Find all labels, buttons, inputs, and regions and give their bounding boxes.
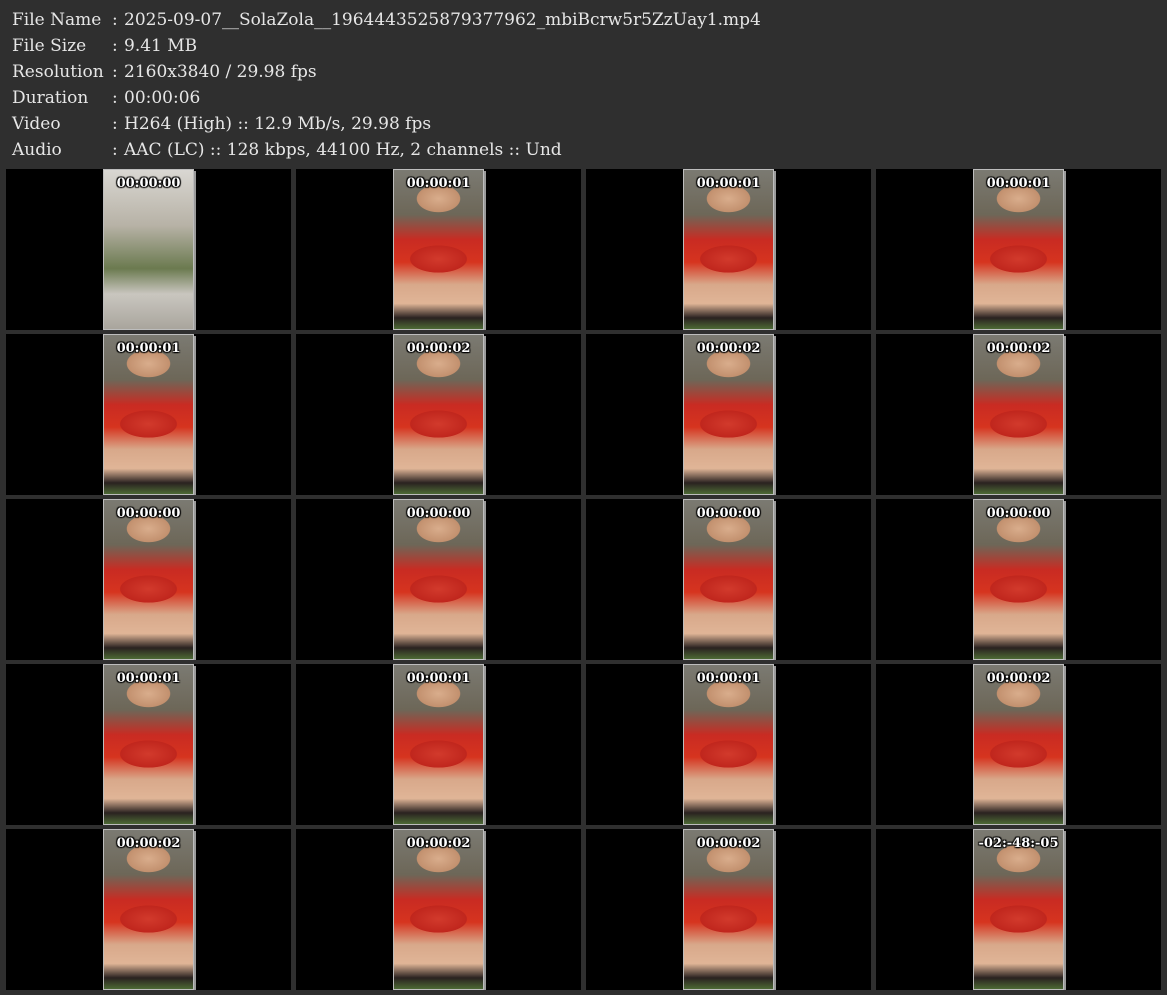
thumbnail-cell: 00:00:00 bbox=[6, 169, 291, 330]
timestamp-label: 00:00:00 bbox=[406, 506, 471, 521]
thumbnail-cell: 00:00:00 bbox=[6, 499, 291, 660]
thumbnail-cell: -02:-48:-05 bbox=[876, 829, 1161, 990]
timestamp-label: 00:00:01 bbox=[696, 176, 761, 191]
thumbnail-cell: 00:00:01 bbox=[296, 169, 581, 330]
video-frame-thumbnail: 00:00:01 bbox=[393, 664, 484, 825]
video-frame-thumbnail: 00:00:01 bbox=[393, 169, 484, 330]
video-frame-thumbnail: 00:00:02 bbox=[393, 334, 484, 495]
thumbnail-grid: 00:00:00 00:00:01 00:00:01 00:00:01 00:0… bbox=[6, 169, 1162, 990]
thumbnail-cell: 00:00:00 bbox=[296, 499, 581, 660]
info-separator: : bbox=[112, 88, 118, 108]
timestamp-label: 00:00:00 bbox=[116, 176, 181, 191]
info-row-file-name: File Name : 2025-09-07__SolaZola__196444… bbox=[12, 7, 761, 33]
info-label: File Name bbox=[12, 10, 102, 30]
video-frame-thumbnail: 00:00:00 bbox=[103, 499, 194, 660]
info-row-video: Video : H264 (High) :: 12.9 Mb/s, 29.98 … bbox=[12, 111, 761, 137]
info-value: H264 (High) :: 12.9 Mb/s, 29.98 fps bbox=[124, 114, 432, 134]
video-frame-thumbnail: 00:00:02 bbox=[103, 829, 194, 990]
info-row-duration: Duration : 00:00:06 bbox=[12, 85, 761, 111]
info-separator: : bbox=[112, 62, 118, 82]
timestamp-label: 00:00:01 bbox=[116, 341, 181, 356]
info-separator: : bbox=[112, 10, 118, 30]
video-frame-thumbnail: 00:00:02 bbox=[683, 334, 774, 495]
timestamp-label: 00:00:02 bbox=[986, 341, 1051, 356]
timestamp-label: 00:00:01 bbox=[116, 671, 181, 686]
thumbnail-cell: 00:00:01 bbox=[586, 664, 871, 825]
video-frame-thumbnail: 00:00:02 bbox=[683, 829, 774, 990]
thumbnail-cell: 00:00:02 bbox=[876, 334, 1161, 495]
thumbnail-cell: 00:00:01 bbox=[296, 664, 581, 825]
info-separator: : bbox=[112, 114, 118, 134]
video-frame-thumbnail: 00:00:00 bbox=[683, 499, 774, 660]
video-frame-thumbnail: 00:00:00 bbox=[103, 169, 194, 330]
timestamp-label: 00:00:02 bbox=[406, 836, 471, 851]
timestamp-label: 00:00:02 bbox=[116, 836, 181, 851]
info-separator: : bbox=[112, 36, 118, 56]
timestamp-label: -02:-48:-05 bbox=[978, 836, 1059, 851]
file-info-panel: File Name : 2025-09-07__SolaZola__196444… bbox=[12, 7, 761, 163]
thumbnail-cell: 00:00:02 bbox=[296, 829, 581, 990]
info-label: Audio bbox=[12, 140, 62, 160]
timestamp-label: 00:00:01 bbox=[696, 671, 761, 686]
thumbnail-cell: 00:00:01 bbox=[6, 334, 291, 495]
timestamp-label: 00:00:02 bbox=[406, 341, 471, 356]
info-label: Video bbox=[12, 114, 61, 134]
video-frame-thumbnail: 00:00:02 bbox=[973, 334, 1064, 495]
info-value: 2025-09-07__SolaZola__196444352587937796… bbox=[124, 10, 761, 30]
info-row-file-size: File Size : 9.41 MB bbox=[12, 33, 761, 59]
video-frame-thumbnail: 00:00:01 bbox=[683, 664, 774, 825]
info-label: File Size bbox=[12, 36, 87, 56]
thumbnail-cell: 00:00:00 bbox=[586, 499, 871, 660]
timestamp-label: 00:00:02 bbox=[696, 341, 761, 356]
timestamp-label: 00:00:01 bbox=[986, 176, 1051, 191]
video-frame-thumbnail: 00:00:01 bbox=[103, 664, 194, 825]
video-frame-thumbnail: 00:00:01 bbox=[683, 169, 774, 330]
timestamp-label: 00:00:00 bbox=[696, 506, 761, 521]
timestamp-label: 00:00:00 bbox=[116, 506, 181, 521]
thumbnail-cell: 00:00:00 bbox=[876, 499, 1161, 660]
video-frame-thumbnail: 00:00:01 bbox=[973, 169, 1064, 330]
thumbnail-cell: 00:00:02 bbox=[876, 664, 1161, 825]
info-row-audio: Audio : AAC (LC) :: 128 kbps, 44100 Hz, … bbox=[12, 137, 761, 163]
thumbnail-cell: 00:00:02 bbox=[6, 829, 291, 990]
info-value: AAC (LC) :: 128 kbps, 44100 Hz, 2 channe… bbox=[124, 140, 562, 160]
thumbnail-cell: 00:00:02 bbox=[586, 829, 871, 990]
thumbnail-cell: 00:00:01 bbox=[6, 664, 291, 825]
timestamp-label: 00:00:01 bbox=[406, 671, 471, 686]
info-value: 9.41 MB bbox=[124, 36, 198, 56]
video-frame-thumbnail: 00:00:00 bbox=[393, 499, 484, 660]
thumbnail-cell: 00:00:02 bbox=[586, 334, 871, 495]
video-frame-thumbnail: 00:00:02 bbox=[973, 664, 1064, 825]
timestamp-label: 00:00:00 bbox=[986, 506, 1051, 521]
info-label: Resolution bbox=[12, 62, 104, 82]
video-frame-thumbnail: -02:-48:-05 bbox=[973, 829, 1064, 990]
video-frame-thumbnail: 00:00:02 bbox=[393, 829, 484, 990]
timestamp-label: 00:00:02 bbox=[986, 671, 1051, 686]
info-row-resolution: Resolution : 2160x3840 / 29.98 fps bbox=[12, 59, 761, 85]
thumbnail-cell: 00:00:02 bbox=[296, 334, 581, 495]
timestamp-label: 00:00:01 bbox=[406, 176, 471, 191]
thumbnail-cell: 00:00:01 bbox=[876, 169, 1161, 330]
video-frame-thumbnail: 00:00:00 bbox=[973, 499, 1064, 660]
info-label: Duration bbox=[12, 88, 89, 108]
timestamp-label: 00:00:02 bbox=[696, 836, 761, 851]
thumbnail-cell: 00:00:01 bbox=[586, 169, 871, 330]
info-separator: : bbox=[112, 140, 118, 160]
video-frame-thumbnail: 00:00:01 bbox=[103, 334, 194, 495]
info-value: 2160x3840 / 29.98 fps bbox=[124, 62, 317, 82]
info-value: 00:00:06 bbox=[124, 88, 201, 108]
